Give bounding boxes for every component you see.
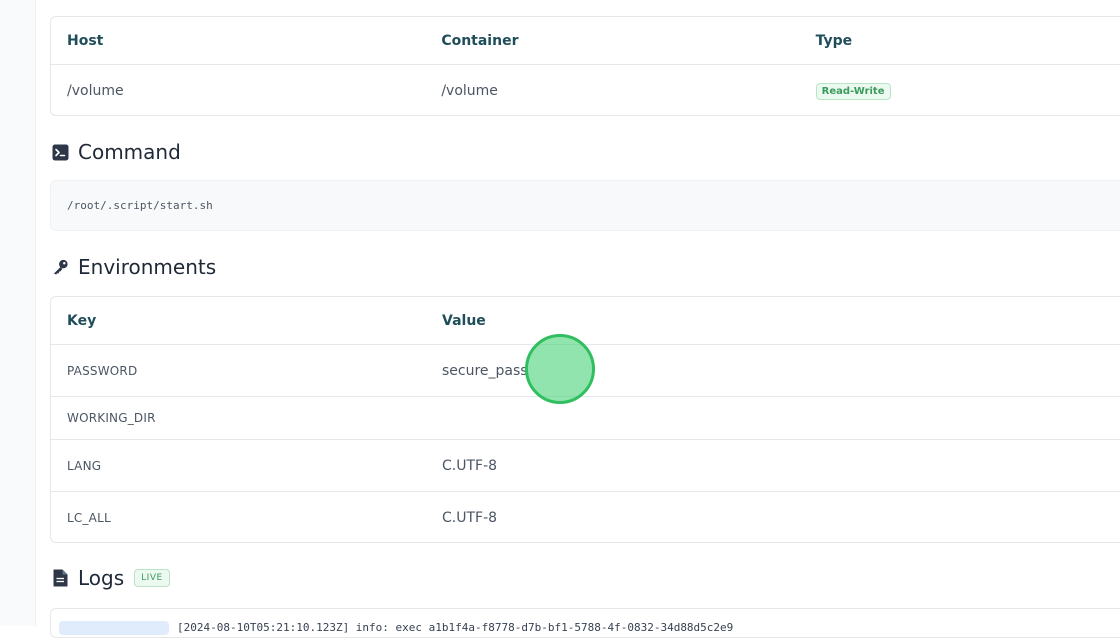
key-icon (52, 259, 69, 276)
volumes-table: Host Container Type /volume /volume Read… (50, 16, 1120, 116)
column-header-value: Value (442, 312, 486, 329)
env-value: C.UTF-8 (442, 457, 498, 474)
environments-table: Key Value PASSWORD secure_pass WORKING_D… (50, 296, 1120, 543)
command-section-title: Command (52, 140, 181, 164)
live-badge: LIVE (134, 569, 170, 587)
terminal-icon (52, 144, 69, 161)
column-header-container: Container (441, 32, 519, 49)
cursor-indicator (525, 334, 595, 404)
column-header-host: Host (67, 32, 104, 49)
env-value: C.UTF-8 (442, 509, 498, 526)
logs-section-title: Logs LIVE (52, 566, 170, 590)
env-key: WORKING_DIR (67, 411, 156, 425)
logs-panel[interactable]: [2024-08-10T05:21:10.123Z] info: exec a1… (50, 608, 1120, 638)
log-level-tag (59, 621, 169, 635)
env-key: LC_ALL (67, 510, 111, 525)
main-content: Host Container Type /volume /volume Read… (50, 0, 1120, 638)
table-row: WORKING_DIR (51, 397, 1120, 440)
sidebar-strip (0, 0, 36, 626)
log-line: [2024-08-10T05:21:10.123Z] info: exec a1… (177, 621, 734, 634)
env-key: LANG (67, 458, 102, 473)
table-row: LANG C.UTF-8 (51, 440, 1120, 492)
volume-container: /volume (441, 82, 498, 99)
command-title: Command (78, 140, 181, 164)
table-row: LC_ALL C.UTF-8 (51, 492, 1120, 542)
environments-section-title: Environments (52, 255, 216, 279)
volume-type-badge: Read-Write (815, 82, 891, 100)
volume-type-cell: Read-Write (800, 82, 1120, 100)
column-header-type: Type (815, 32, 853, 49)
column-header-key: Key (67, 312, 97, 329)
env-key: PASSWORD (67, 363, 138, 378)
env-value: secure_pass (442, 362, 528, 379)
environments-title: Environments (78, 255, 217, 279)
volumes-table-header: Host Container Type (51, 17, 1120, 65)
table-row: /volume /volume Read-Write (51, 65, 1120, 115)
logs-title: Logs (78, 566, 125, 590)
environments-table-header: Key Value (51, 297, 1120, 345)
volume-host: /volume (67, 82, 124, 99)
document-icon (52, 569, 69, 587)
command-value: /root/.script/start.sh (50, 180, 1120, 231)
